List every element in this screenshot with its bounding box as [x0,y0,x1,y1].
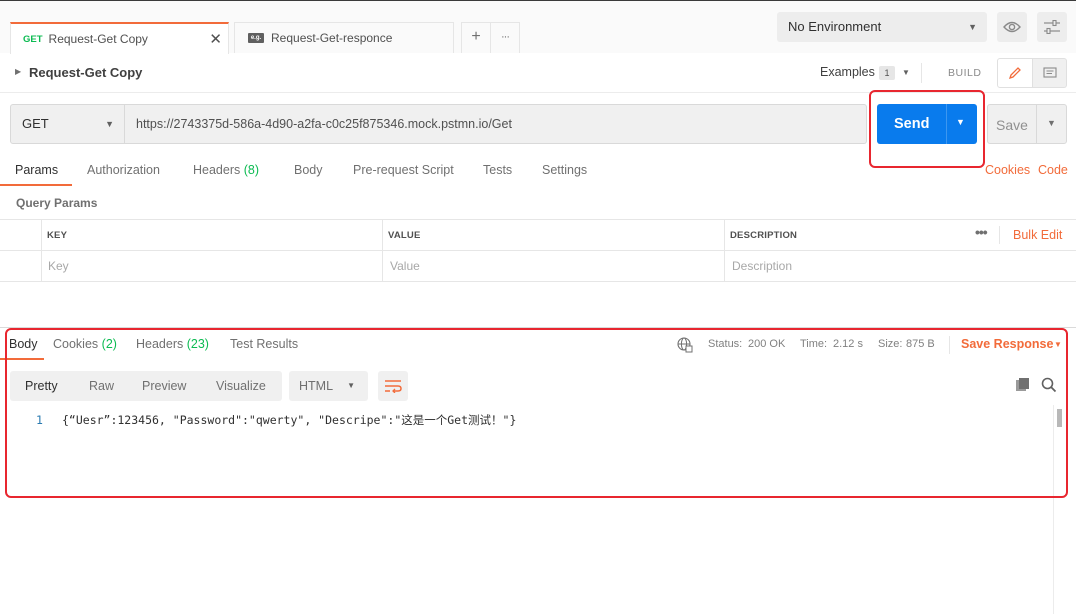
table-border-bottom [0,281,1076,282]
divider [921,63,922,83]
tab-headers[interactable]: Headers (8) [193,163,259,177]
tab-method-badge: GET [23,33,43,45]
description-input[interactable]: Description [732,259,792,273]
request-name-bar [0,53,1076,93]
tab-request-get-responce[interactable]: e.g. Request-Get-responce [234,22,454,53]
method-label: GET [22,116,49,131]
response-highlight-box [5,328,1068,498]
url-text: https://2743375d-586a-4d90-a2fa-c0c25f87… [136,117,512,131]
send-highlight-box [869,90,985,168]
chevron-down-icon: ▼ [968,22,977,32]
mock-icon: e.g. [248,33,264,43]
tab-authorization[interactable]: Authorization [87,163,160,177]
environment-quick-look-button[interactable] [997,12,1027,42]
examples-label[interactable]: Examples [820,65,875,79]
table-border-top [0,219,1076,220]
environment-label: No Environment [788,19,882,34]
save-button[interactable]: Save ▼ [987,104,1067,144]
column-divider [724,219,725,281]
column-divider [41,219,42,281]
tab-tests[interactable]: Tests [483,163,512,177]
column-divider [382,219,383,281]
save-label: Save [996,117,1028,133]
tab-label: Request-Get-responce [271,31,393,45]
tab-headers-label: Headers [193,163,241,177]
cookies-link[interactable]: Cookies [985,163,1030,177]
caret-right-icon[interactable]: ▶ [15,67,21,76]
edit-mode-button[interactable] [997,58,1033,88]
pencil-icon [1008,67,1021,80]
tab-body[interactable]: Body [294,163,323,177]
close-icon[interactable]: ✕ [209,30,222,48]
column-header-key: KEY [47,230,68,241]
query-params-title: Query Params [16,196,98,210]
tab-prerequest-script[interactable]: Pre-request Script [353,163,454,177]
bulk-edit-link[interactable]: Bulk Edit [1013,228,1062,242]
examples-count-badge: 1 [879,66,895,80]
tab-settings[interactable]: Settings [542,163,587,177]
key-input[interactable]: Key [48,259,69,273]
value-input[interactable]: Value [390,259,420,273]
manage-environments-button[interactable] [1037,12,1067,42]
environment-select[interactable]: No Environment ▼ [777,12,987,42]
url-input[interactable]: https://2743375d-586a-4d90-a2fa-c0c25f87… [125,104,867,144]
plus-icon: + [471,28,481,45]
chevron-down-icon: ▼ [105,119,114,129]
build-mode-label[interactable]: BUILD [948,67,981,79]
tab-params[interactable]: Params [15,163,58,177]
code-link[interactable]: Code [1038,163,1068,177]
chevron-down-icon[interactable]: ▼ [902,68,910,77]
tab-headers-count: (8) [243,163,260,177]
sliders-icon [1044,20,1060,34]
comment-icon [1042,67,1057,78]
column-divider [999,226,1000,244]
method-select[interactable]: GET ▼ [10,104,125,144]
eye-icon [1003,21,1021,33]
column-header-description: DESCRIPTION [730,230,798,241]
active-tab-indicator [0,184,72,186]
tab-request-get-copy[interactable]: GET Request-Get Copy ✕ [10,22,229,54]
more-icon[interactable]: ••• [975,224,988,240]
tab-label: Request-Get Copy [48,32,148,46]
more-icon: ··· [501,31,510,43]
table-header-divider [0,250,1076,251]
tab-options-button[interactable]: ··· [490,22,520,53]
new-tab-button[interactable]: + [461,22,491,53]
column-header-value: VALUE [388,230,421,241]
request-title[interactable]: Request-Get Copy [29,65,142,80]
save-options-chevron-icon[interactable]: ▼ [1047,118,1056,128]
comments-button[interactable] [1033,58,1067,88]
divider [1036,105,1037,143]
